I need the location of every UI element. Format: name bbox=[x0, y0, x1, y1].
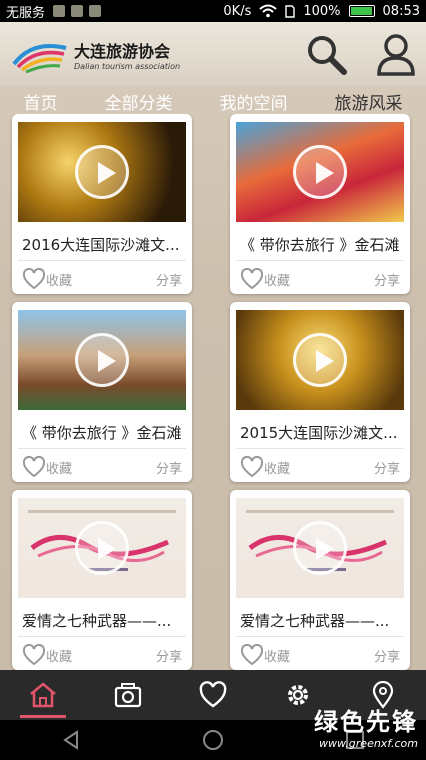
favorite-label: 收藏 bbox=[264, 649, 291, 665]
favorite-label: 收藏 bbox=[264, 273, 291, 289]
carrier-label: 无服务 bbox=[6, 5, 46, 21]
tab-home[interactable]: 首页 bbox=[24, 89, 58, 114]
tab-my-space[interactable]: 我的空间 bbox=[220, 89, 288, 114]
wifi-icon bbox=[259, 4, 278, 18]
logo: 大连旅游协会 Dalian tourism association bbox=[10, 34, 180, 74]
video-thumbnail[interactable] bbox=[18, 310, 186, 410]
share-button[interactable]: 分享 bbox=[374, 458, 400, 477]
favorite-button[interactable]: 收藏 bbox=[240, 268, 290, 290]
card-title[interactable]: 爱情之七种武器——... bbox=[22, 610, 186, 631]
divider bbox=[236, 260, 404, 261]
watermark: 绿色先锋 www.greenxf.com bbox=[314, 702, 418, 750]
video-card[interactable]: 2016大连国际沙滩文... 收藏 分享 bbox=[12, 114, 192, 294]
favorite-button[interactable]: 收藏 bbox=[22, 268, 72, 290]
heart-outline-icon bbox=[22, 456, 46, 478]
tab-travel-style[interactable]: 旅游风采 bbox=[335, 89, 403, 114]
app-header: 大连旅游协会 Dalian tourism association bbox=[0, 22, 426, 86]
video-card[interactable]: 爱情之七种武器——... 收藏 分享 bbox=[12, 490, 192, 670]
card-title[interactable]: 2016大连国际沙滩文... bbox=[22, 234, 186, 255]
video-thumbnail[interactable] bbox=[236, 122, 404, 222]
favorite-label: 收藏 bbox=[46, 461, 73, 477]
divider bbox=[236, 448, 404, 449]
play-icon[interactable] bbox=[293, 521, 347, 575]
home-circle-icon[interactable] bbox=[201, 728, 225, 752]
logo-mark-icon bbox=[12, 44, 67, 74]
favorite-label: 收藏 bbox=[46, 273, 73, 289]
share-button[interactable]: 分享 bbox=[156, 458, 182, 477]
video-card[interactable]: 爱情之七种武器——... 收藏 分享 bbox=[230, 490, 410, 670]
nav-camera[interactable] bbox=[103, 670, 153, 720]
play-icon[interactable] bbox=[293, 145, 347, 199]
logo-title: 大连旅游协会 bbox=[74, 41, 171, 61]
play-icon[interactable] bbox=[75, 333, 129, 387]
video-grid: 2016大连国际沙滩文... 收藏 分享 《 带你去旅行 》金石滩 收藏 分享 … bbox=[0, 114, 426, 670]
home-icon bbox=[29, 682, 56, 708]
favorite-label: 收藏 bbox=[46, 649, 73, 665]
sim-icon bbox=[285, 4, 296, 18]
favorite-button[interactable]: 收藏 bbox=[22, 644, 72, 666]
divider bbox=[18, 636, 186, 637]
play-icon[interactable] bbox=[75, 145, 129, 199]
card-title[interactable]: 《 带你去旅行 》金石滩 bbox=[22, 422, 186, 443]
back-icon[interactable] bbox=[60, 729, 82, 751]
play-icon[interactable] bbox=[293, 333, 347, 387]
notification-icon bbox=[89, 5, 102, 17]
divider bbox=[18, 448, 186, 449]
video-card[interactable]: 2015大连国际沙滩文... 收藏 分享 bbox=[230, 302, 410, 482]
heart-outline-icon bbox=[240, 644, 264, 666]
clock: 08:53 bbox=[382, 3, 420, 19]
share-button[interactable]: 分享 bbox=[156, 646, 182, 665]
favorite-label: 收藏 bbox=[264, 461, 291, 477]
card-title[interactable]: 爱情之七种武器——... bbox=[240, 610, 404, 631]
heart-icon bbox=[199, 681, 227, 708]
tab-all-categories[interactable]: 全部分类 bbox=[105, 89, 173, 114]
user-icon[interactable] bbox=[376, 32, 416, 76]
favorite-button[interactable]: 收藏 bbox=[22, 456, 72, 478]
nav-favorites[interactable] bbox=[188, 670, 238, 720]
video-thumbnail[interactable] bbox=[18, 122, 186, 222]
logo-subtitle: Dalian tourism association bbox=[74, 61, 181, 71]
divider bbox=[18, 260, 186, 261]
notification-icon bbox=[53, 5, 66, 17]
heart-outline-icon bbox=[240, 268, 264, 290]
share-button[interactable]: 分享 bbox=[374, 646, 400, 665]
video-thumbnail[interactable] bbox=[18, 498, 186, 598]
video-card[interactable]: 《 带你去旅行 》金石滩 收藏 分享 bbox=[230, 114, 410, 294]
share-button[interactable]: 分享 bbox=[156, 270, 182, 289]
nav-home[interactable] bbox=[18, 670, 68, 720]
video-thumbnail[interactable] bbox=[236, 498, 404, 598]
play-icon[interactable] bbox=[75, 521, 129, 575]
favorite-button[interactable]: 收藏 bbox=[240, 456, 290, 478]
watermark-title: 绿色先锋 bbox=[314, 708, 418, 736]
search-icon[interactable] bbox=[304, 32, 348, 76]
status-bar: 无服务 0K/s 100% 08:53 bbox=[0, 0, 426, 22]
heart-outline-icon bbox=[240, 456, 264, 478]
watermark-url: www.greenxf.com bbox=[319, 737, 418, 750]
card-title[interactable]: 2015大连国际沙滩文... bbox=[240, 422, 404, 443]
battery-icon bbox=[348, 5, 375, 17]
network-speed: 0K/s bbox=[223, 3, 252, 19]
camera-icon bbox=[114, 683, 141, 708]
heart-outline-icon bbox=[22, 268, 46, 290]
card-title[interactable]: 《 带你去旅行 》金石滩 bbox=[240, 234, 404, 255]
notification-icon bbox=[71, 5, 84, 17]
divider bbox=[236, 636, 404, 637]
category-tabs: 首页 全部分类 我的空间 旅游风采 bbox=[0, 86, 426, 116]
video-card[interactable]: 《 带你去旅行 》金石滩 收藏 分享 bbox=[12, 302, 192, 482]
share-button[interactable]: 分享 bbox=[374, 270, 400, 289]
video-thumbnail[interactable] bbox=[236, 310, 404, 410]
heart-outline-icon bbox=[22, 644, 46, 666]
favorite-button[interactable]: 收藏 bbox=[240, 644, 290, 666]
gear-icon bbox=[288, 685, 309, 705]
battery-percent: 100% bbox=[303, 3, 341, 19]
